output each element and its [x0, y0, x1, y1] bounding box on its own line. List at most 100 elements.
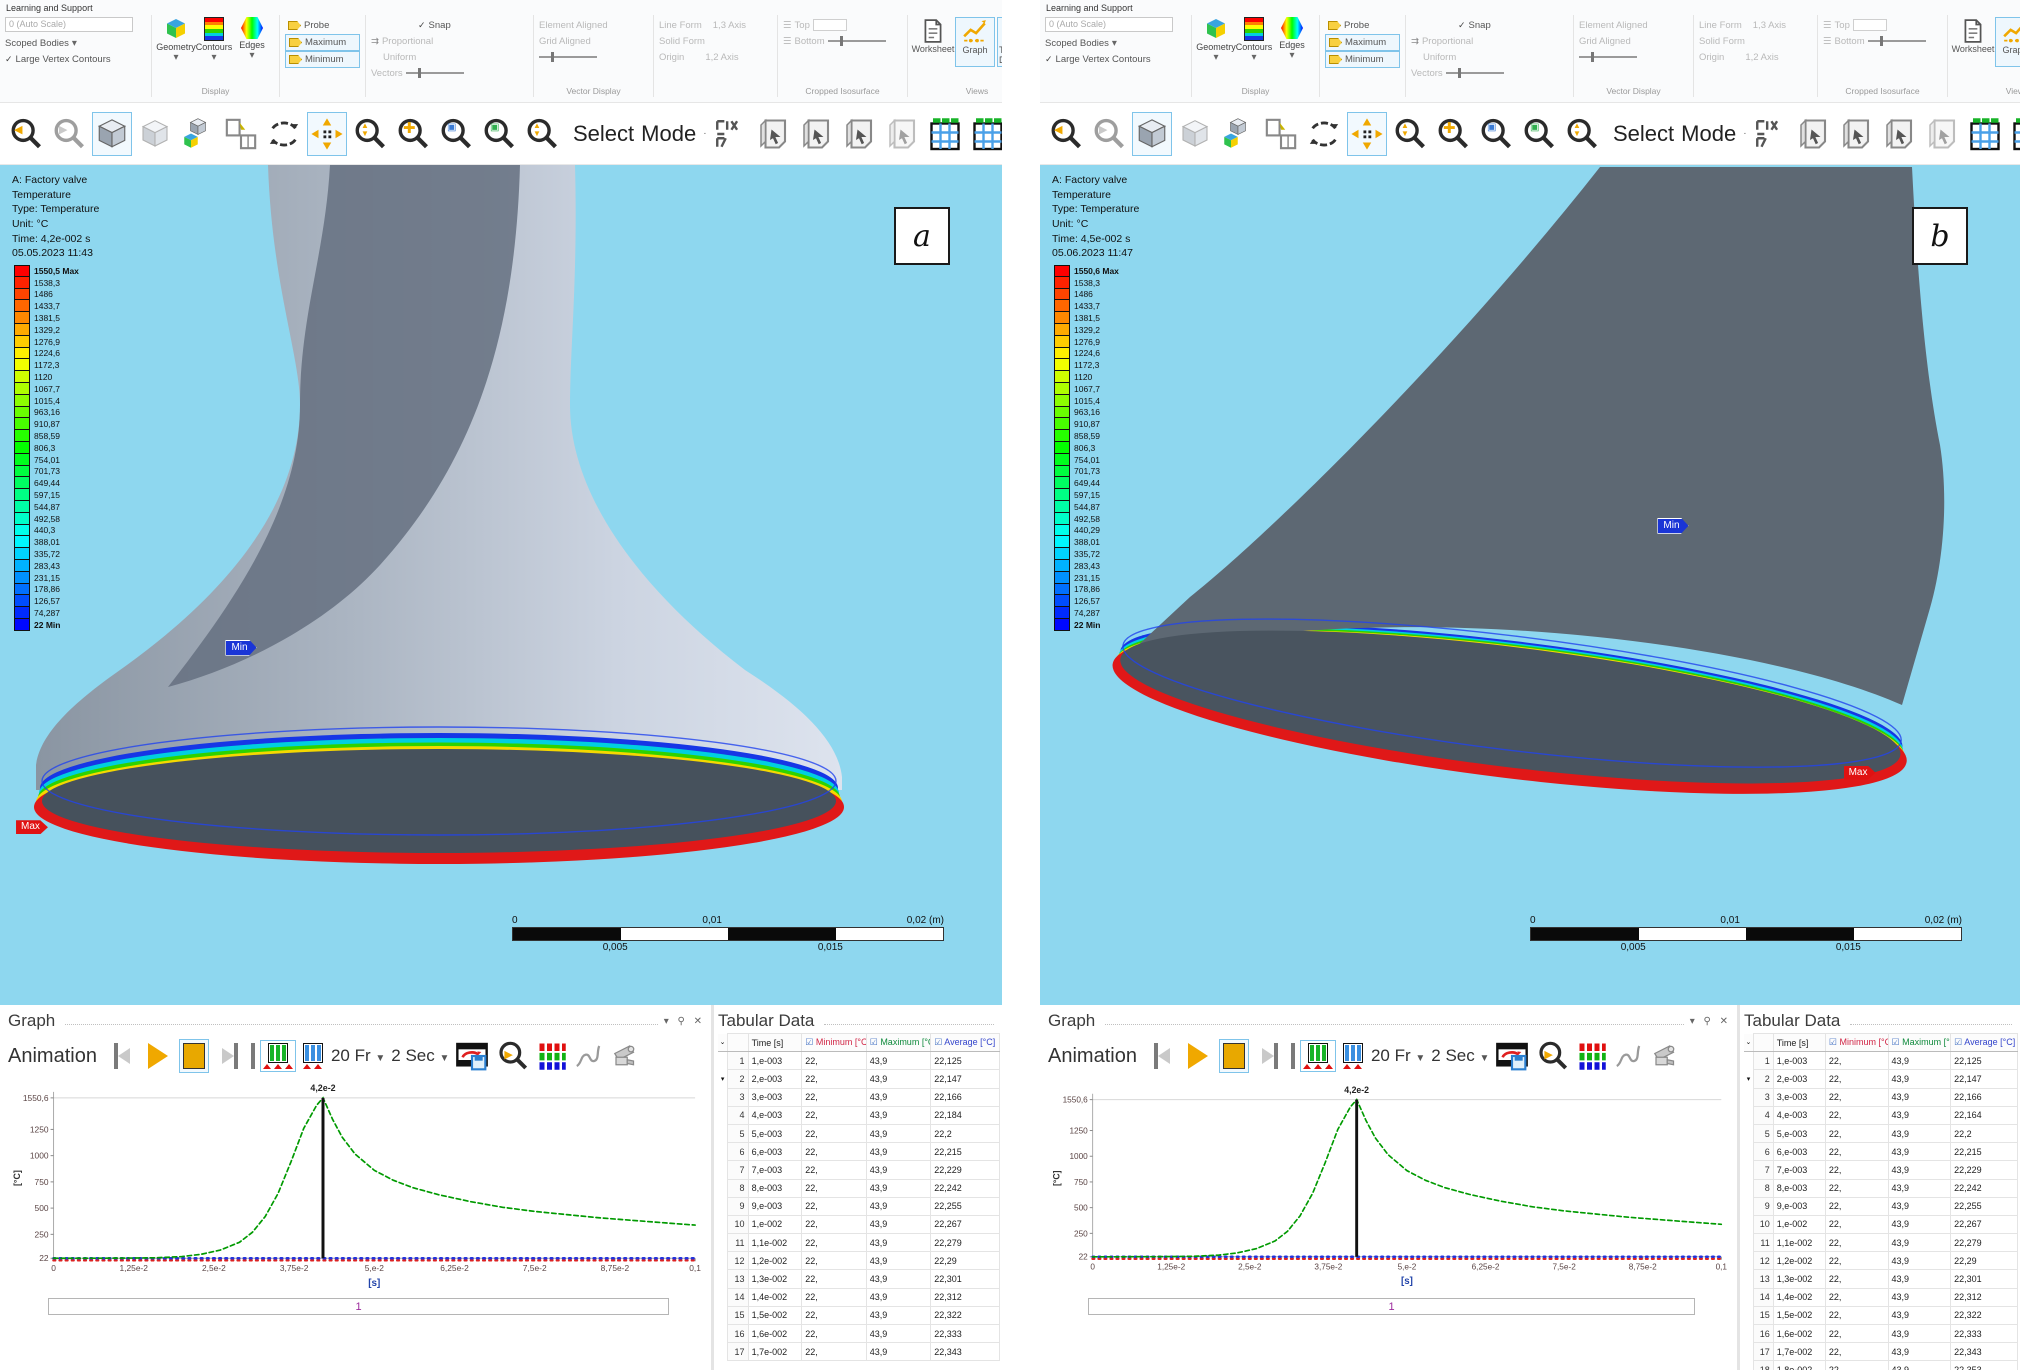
camera-export-button[interactable] — [609, 1041, 643, 1071]
seconds-dropdown[interactable]: 2 Sec ▼ — [1431, 1046, 1489, 1066]
table-row[interactable]: 171,7e-00222,43,922,343 — [718, 1343, 1000, 1361]
column-header[interactable]: ☑ Minimum [°C] — [1825, 1034, 1888, 1052]
edges-dropdown[interactable]: Edges▾ — [233, 17, 271, 63]
rescale-view-button[interactable] — [1175, 112, 1215, 156]
zoom-previous-button[interactable]: ◀ — [6, 112, 46, 156]
result-set-timeline[interactable]: 1 — [48, 1298, 669, 1315]
table-row[interactable]: 181,8e-00222,43,922,353 — [1744, 1361, 2018, 1370]
element-aligned-option[interactable]: Element Aligned — [1579, 20, 1648, 31]
stop-button[interactable] — [179, 1039, 209, 1073]
table-row[interactable]: 99,e-00322,43,922,255 — [718, 1197, 1000, 1215]
distributed-timesteps-button[interactable] — [261, 1041, 295, 1071]
vectors-slider[interactable] — [406, 72, 464, 74]
pane-controls[interactable]: ▾ ⚲ ✕ — [1690, 1016, 1731, 1027]
probe-curve-button[interactable] — [1613, 1041, 1643, 1071]
zoom-updown-button[interactable]: ▲▼ — [1390, 112, 1430, 156]
grid-aligned-option[interactable]: Grid Aligned — [1579, 36, 1631, 47]
table-row[interactable]: 88,e-00322,43,922,242 — [1744, 1179, 2018, 1197]
minimum-button[interactable]: Minimum — [1325, 51, 1400, 68]
result-sets-button[interactable] — [1577, 1041, 1607, 1071]
table-row[interactable]: 99,e-00322,43,922,255 — [1744, 1197, 2018, 1215]
split-window-button[interactable] — [221, 112, 261, 156]
column-header[interactable]: ☑ Average [°C] — [1951, 1034, 2018, 1052]
table-row[interactable]: 171,7e-00222,43,922,343 — [1744, 1343, 2018, 1361]
uniform-option[interactable]: Uniform — [383, 52, 416, 63]
table-row[interactable]: 33,e-00322,43,922,166 — [718, 1088, 1000, 1106]
grid-aligned-option[interactable]: Grid Aligned — [539, 36, 591, 47]
axis-13-option[interactable]: 1,3 Axis — [713, 20, 746, 31]
maximum-button[interactable]: Maximum — [285, 34, 360, 51]
table-row[interactable]: 131,3e-00222,43,922,301 — [718, 1270, 1000, 1288]
column-checkbox[interactable]: ☑ — [870, 1037, 881, 1047]
vectors-slider[interactable] — [1446, 72, 1504, 74]
line-form-option[interactable]: Line Form — [1699, 20, 1742, 31]
table-row[interactable]: ▾22,e-00322,43,922,147 — [1744, 1070, 2018, 1088]
table-row[interactable]: 141,4e-00222,43,922,312 — [718, 1288, 1000, 1306]
result-timesteps-button[interactable] — [1341, 1041, 1365, 1071]
axis-12-option[interactable]: 1,2 Axis — [1745, 52, 1778, 63]
crop-top-option[interactable]: Top — [1835, 20, 1850, 31]
snap-checkbox[interactable]: Snap — [1469, 20, 1491, 31]
select-face-button[interactable] — [1879, 112, 1919, 156]
select-edge-button[interactable] — [1836, 112, 1876, 156]
table-row[interactable]: 88,e-00322,43,922,242 — [718, 1179, 1000, 1197]
column-header[interactable]: ☑ Average [°C] — [931, 1034, 1000, 1052]
zoom-in-button[interactable]: ✚ — [1433, 112, 1473, 156]
temperature-chart[interactable]: 1550,6125010007505002502201,25e-22,5e-23… — [8, 1079, 705, 1291]
table-row[interactable]: 161,6e-00222,43,922,333 — [1744, 1325, 2018, 1343]
rescale-view-button[interactable] — [135, 112, 175, 156]
auto-scale-combo[interactable]: 0 (Auto Scale) — [1045, 17, 1173, 32]
learning-and-support-link[interactable]: Learning and Support — [1040, 0, 2020, 15]
table-row[interactable]: 44,e-00322,43,922,164 — [1744, 1106, 2018, 1124]
table-row[interactable]: 151,5e-00222,43,922,322 — [718, 1306, 1000, 1324]
contours-dropdown[interactable]: Contours▾ — [1235, 17, 1273, 63]
temperature-chart[interactable]: 1550,6125010007505002502201,25e-22,5e-23… — [1048, 1079, 1731, 1291]
crop-slider[interactable] — [828, 40, 886, 42]
zoom-fit-button[interactable]: ▣ — [1519, 112, 1559, 156]
result-sets-button[interactable] — [537, 1041, 567, 1071]
hotkey-select-button[interactable] — [710, 112, 750, 156]
iso-view-button[interactable] — [1132, 112, 1172, 156]
export-video-button[interactable] — [1495, 1040, 1529, 1072]
zoom-next-button[interactable]: ▶ — [1089, 112, 1129, 156]
pan-button[interactable] — [1347, 112, 1387, 156]
table-row[interactable]: ▾22,e-00322,43,922,147 — [718, 1070, 1000, 1088]
table-row[interactable]: 33,e-00322,43,922,166 — [1744, 1088, 2018, 1106]
edges-dropdown[interactable]: Edges▾ — [1273, 17, 1311, 63]
column-checkbox[interactable]: ☑ — [1954, 1037, 1964, 1047]
table-row[interactable]: 101,e-00222,43,922,267 — [1744, 1215, 2018, 1233]
graph-view-button[interactable]: Graph — [955, 17, 995, 67]
table-row[interactable]: 66,e-00322,43,922,215 — [718, 1143, 1000, 1161]
large-vertex-contours-checkbox[interactable]: ✓ Large Vertex Contours — [1045, 51, 1186, 67]
crop-value-input[interactable] — [813, 19, 847, 31]
manage-views-button[interactable] — [178, 112, 218, 156]
axis-12-option[interactable]: 1,2 Axis — [705, 52, 738, 63]
play-button[interactable] — [143, 1039, 173, 1073]
table-row[interactable]: 44,e-00322,43,922,184 — [718, 1106, 1000, 1124]
table-row[interactable]: 131,3e-00222,43,922,301 — [1744, 1270, 2018, 1288]
crop-value-input[interactable] — [1853, 19, 1887, 31]
select-vertex-button[interactable] — [1793, 112, 1833, 156]
split-window-button[interactable] — [1261, 112, 1301, 156]
mode-dropdown[interactable]: Mode — [1681, 121, 1736, 147]
zoom-fit-button[interactable]: ▣ — [479, 112, 519, 156]
vector-display-slider[interactable] — [1579, 56, 1637, 58]
column-checkbox[interactable]: ☑ — [1892, 1037, 1903, 1047]
geometry-dropdown[interactable]: Geometry▾ — [1197, 17, 1235, 63]
column-checkbox[interactable]: ☑ — [805, 1037, 816, 1047]
table-row[interactable]: 11,e-00322,43,922,125 — [1744, 1052, 2018, 1070]
learning-and-support-link[interactable]: Learning and Support — [0, 0, 1002, 15]
zoom-in-button[interactable]: ✚ — [393, 112, 433, 156]
axis-13-option[interactable]: 1,3 Axis — [1753, 20, 1786, 31]
box-zoom-button[interactable]: ▣ — [1476, 112, 1516, 156]
maximum-button[interactable]: Maximum — [1325, 34, 1400, 51]
zoom-updown-button[interactable]: ▲▼ — [350, 112, 390, 156]
zoom-previous-button[interactable]: ◀ — [1046, 112, 1086, 156]
table-row[interactable]: 101,e-00222,43,922,267 — [718, 1215, 1000, 1233]
select-magnifier-button[interactable]: ▲▼ — [522, 112, 562, 156]
crop-slider[interactable] — [1868, 40, 1926, 42]
rotate-button[interactable] — [264, 112, 304, 156]
worksheet-button[interactable]: Worksheet — [1953, 17, 1993, 67]
table-row[interactable]: 66,e-00322,43,922,215 — [1744, 1143, 2018, 1161]
step-last-button[interactable] — [215, 1039, 245, 1073]
